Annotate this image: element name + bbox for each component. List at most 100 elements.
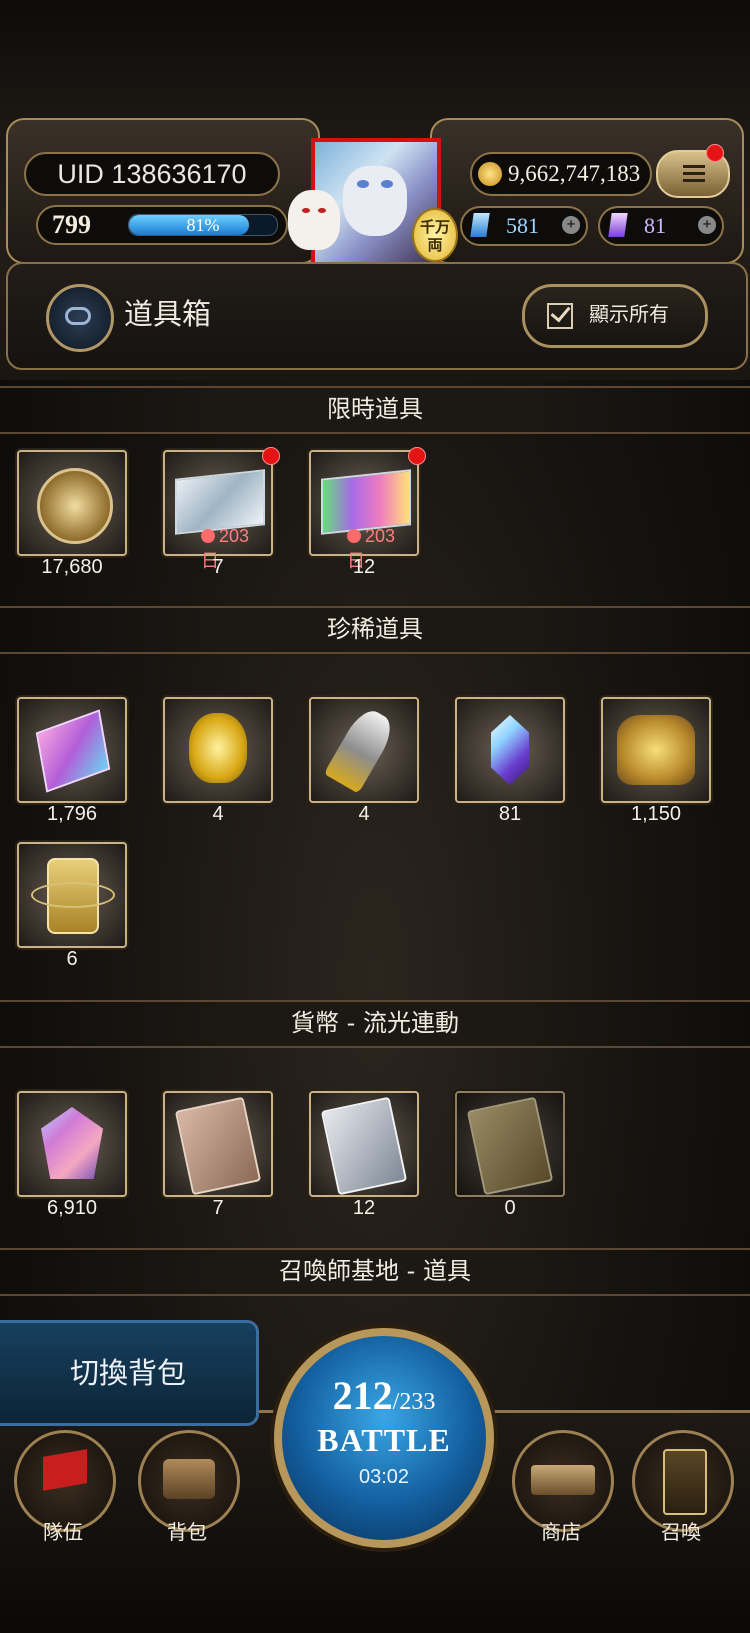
chest-icon: [163, 1459, 215, 1499]
new-item-dot: [408, 447, 426, 465]
section-header-limited: 限時道具: [0, 386, 750, 434]
item-count: 6,910: [46, 1197, 98, 1219]
back-button[interactable]: [46, 284, 114, 352]
lucky-cat-icon: [288, 190, 340, 250]
nav-team-label: 隊伍: [43, 1520, 83, 1544]
menu-notification-dot: [706, 144, 724, 162]
item-frame: 203 日: [163, 450, 273, 571]
nav-shop-label: 商店: [541, 1520, 581, 1544]
item-frame: [17, 842, 127, 948]
prism-crystal-icon: [491, 715, 529, 785]
page-title: 道具箱: [124, 297, 212, 331]
blue-gem-counter[interactable]: 581 +: [460, 206, 588, 246]
stamina-display: 212/233: [282, 1372, 486, 1419]
item-frame: [455, 1091, 565, 1197]
add-blue-gem-button[interactable]: +: [562, 216, 580, 234]
item-count: 7: [212, 1197, 224, 1219]
item-frame: [601, 697, 711, 803]
red-flag-icon: [43, 1449, 87, 1491]
item-slot[interactable]: 6,910: [17, 1091, 127, 1219]
blue-gem-amount: 581: [506, 213, 539, 238]
item-count: 6: [66, 948, 78, 970]
exp-percent: 81%: [186, 215, 220, 235]
item-count: 17,680: [41, 556, 103, 578]
item-slot[interactable]: 203 日 7: [163, 450, 273, 578]
back-arrow-icon: [65, 307, 91, 325]
section-title: 貨幣 - 流光連動: [291, 1009, 459, 1037]
show-all-label: 顯示所有: [589, 302, 669, 326]
menu-icon-line: [683, 172, 705, 175]
gold-coin-icon: [37, 468, 113, 544]
nav-summon-label: 召喚: [661, 1520, 701, 1544]
item-slot[interactable]: 4: [309, 697, 419, 825]
section-title: 珍稀道具: [327, 615, 423, 643]
purple-gem-counter[interactable]: 81 +: [598, 206, 724, 246]
new-item-dot: [262, 447, 280, 465]
silver-ticket-icon: [175, 469, 265, 535]
avatar-face: [343, 166, 407, 236]
add-purple-gem-button[interactable]: +: [698, 216, 716, 234]
item-count: 1,150: [630, 803, 682, 825]
section-title: 召喚師基地 - 道具: [279, 1257, 471, 1285]
section-header-rare: 珍稀道具: [0, 606, 750, 654]
switch-bag-button[interactable]: 切換背包: [0, 1320, 259, 1426]
cat-eye: [302, 208, 310, 213]
bronze-card-icon: [174, 1096, 262, 1196]
blue-gem-icon: [470, 213, 490, 237]
coin-amount: 9,662,747,183: [508, 161, 641, 186]
pink-gem-icon: [41, 1107, 103, 1179]
item-slot[interactable]: 7: [163, 1091, 273, 1219]
item-slot[interactable]: 81: [455, 697, 565, 825]
leaf-sack-icon: [617, 715, 695, 785]
item-frame: [17, 450, 127, 556]
item-frame: [309, 1091, 419, 1197]
item-frame: [163, 1091, 273, 1197]
uid-label: UID 138636170: [24, 152, 280, 196]
page-header: 道具箱 顯示所有: [6, 262, 748, 370]
battle-label: BATTLE: [317, 1422, 451, 1458]
item-frame: [17, 697, 127, 803]
stamina-max: /233: [392, 1389, 436, 1415]
item-count: 0: [504, 1197, 516, 1219]
item-count: 81: [498, 803, 522, 825]
item-slot[interactable]: 12: [309, 1091, 419, 1219]
item-count: 12: [352, 1197, 376, 1219]
pink-crystal-card-icon: [35, 709, 111, 793]
summon-card-icon: [663, 1449, 707, 1515]
item-slot[interactable]: 17,680: [17, 450, 127, 578]
section-header-base: 召喚師基地 - 道具: [0, 1248, 750, 1296]
gold-card-icon: [466, 1096, 554, 1196]
item-frame: [163, 697, 273, 803]
gold-coin-icon: [478, 162, 502, 186]
exp-bar: 81%: [128, 214, 278, 236]
item-count: 4: [212, 803, 224, 825]
nav-bag-label: 背包: [167, 1520, 207, 1544]
item-count: 12: [352, 556, 376, 578]
item-frame: [309, 697, 419, 803]
switch-bag-label: 切換背包: [69, 1356, 186, 1390]
stamina-current: 212: [332, 1373, 393, 1418]
stamina-timer: 03:02: [358, 1466, 410, 1488]
show-all-toggle[interactable]: 顯示所有: [522, 284, 708, 348]
item-count: 7: [212, 556, 224, 578]
avatar-eye: [381, 180, 393, 188]
item-slot[interactable]: 4: [163, 697, 273, 825]
item-frame: [455, 697, 565, 803]
orbit-ring: [31, 882, 115, 908]
item-slot[interactable]: 0: [455, 1091, 565, 1219]
checkbox-icon: [547, 303, 573, 329]
item-slot[interactable]: 1,796: [17, 697, 127, 825]
item-frame: [17, 1091, 127, 1197]
player-level: 799: [52, 210, 91, 239]
item-slot[interactable]: 203 日 12: [309, 450, 419, 578]
top-status-bar: UID 138636170 799 81% 9,662,747,183 581 …: [0, 0, 750, 380]
level-exp-panel: 799 81%: [36, 205, 288, 245]
menu-icon: [683, 165, 705, 168]
item-frame: 203 日: [309, 450, 419, 571]
battle-button[interactable]: 212/233 BATTLE 03:02: [274, 1328, 494, 1548]
item-slot[interactable]: 1,150: [601, 697, 711, 825]
item-count: 1,796: [46, 803, 98, 825]
item-slot[interactable]: 6: [17, 842, 127, 970]
golden-heart-icon: [189, 713, 247, 783]
cat-eye: [318, 208, 326, 213]
